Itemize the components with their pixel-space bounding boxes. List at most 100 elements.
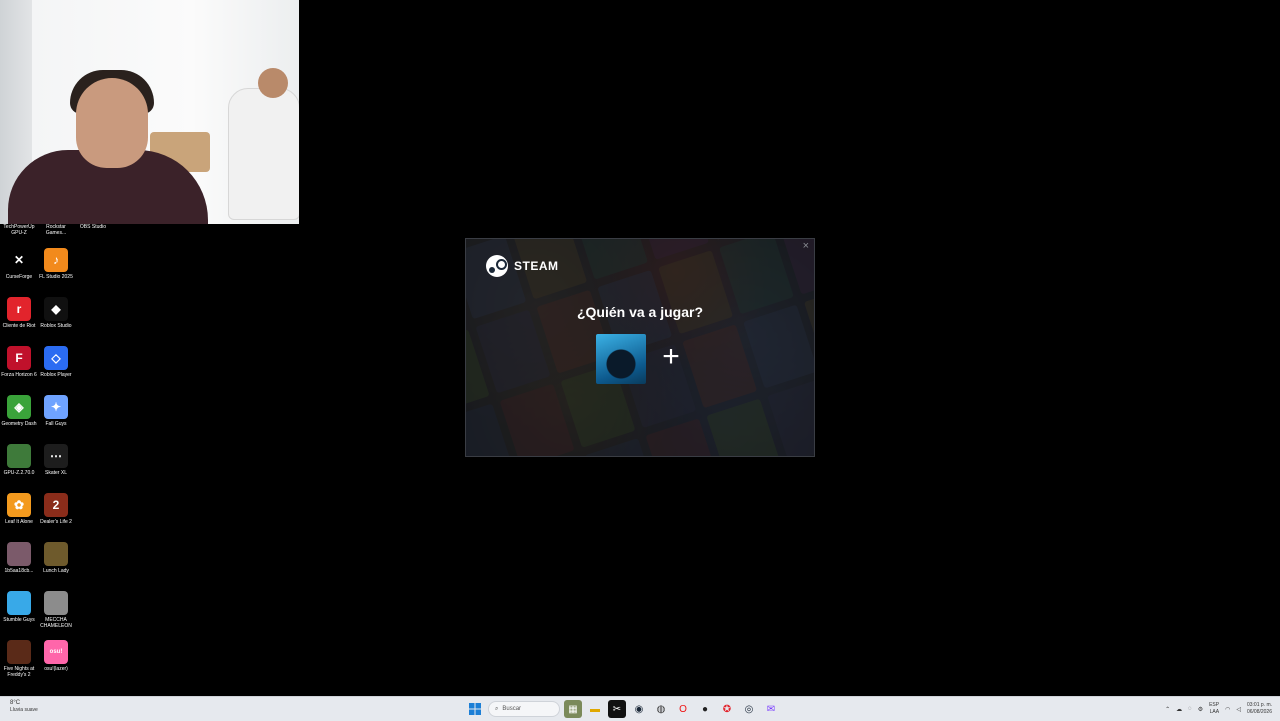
desktop-icon[interactable]: ✿ Leaf It Alone (0, 493, 38, 525)
app-icon: 2 (44, 493, 68, 517)
desktop-icon[interactable]: osu! osu!(lazer) (37, 640, 75, 672)
app-icon (7, 542, 31, 566)
desktop-icon[interactable]: Lunch Lady (37, 542, 75, 574)
desktop-icon[interactable]: MECCHA CHAMELEON (37, 591, 75, 629)
weather-temp: 8°C (10, 700, 38, 707)
clock[interactable]: 03:01 p. m. 06/08/2026 (1247, 702, 1272, 716)
desktop-icon-label: FL Studio 2025 (37, 274, 75, 280)
desktop-icon[interactable]: TechPowerUp GPU-Z (0, 224, 38, 236)
app-icon: ◆ (44, 297, 68, 321)
chrome-icon[interactable]: ◍ (652, 700, 670, 718)
desktop-icon[interactable]: Five Nights at Freddy's 2 (0, 640, 38, 678)
cloud-icon[interactable]: ☁ (1176, 706, 1182, 713)
desktop-icon-label: MECCHA CHAMELEON (37, 617, 75, 629)
desktop-icon[interactable]: OBS Studio (74, 224, 112, 230)
desktop-icon[interactable]: 2 Dealer's Life 2 (37, 493, 75, 525)
file-explorer-icon[interactable]: ▬ (586, 700, 604, 718)
app-icon (7, 591, 31, 615)
desktop-icon[interactable]: ⋯ Skater XL (37, 444, 75, 476)
desktop-icon[interactable]: ◇ Roblox Player (37, 346, 75, 378)
obs-icon[interactable]: ● (696, 700, 714, 718)
desktop-icon[interactable]: Stumble Guys (0, 591, 38, 623)
desktop-icon[interactable]: ◆ Roblox Studio (37, 297, 75, 329)
desktop-icon-label: Dealer's Life 2 (37, 519, 75, 525)
desktop-icon-label: 1b5aa18cb... (0, 568, 38, 574)
desktop-icon-label: Five Nights at Freddy's 2 (0, 666, 38, 678)
desktop-icon-label: Rockstar Games... (37, 224, 75, 236)
desktop-icon[interactable]: ◈ Geometry Dash (0, 395, 38, 427)
app-icon (7, 444, 31, 468)
riot-icon[interactable]: ✪ (718, 700, 736, 718)
desktop-icon[interactable]: GPU-Z.2.70.0 (0, 444, 38, 476)
app-icon: F (7, 346, 31, 370)
app-icon (44, 591, 68, 615)
messenger-icon[interactable]: ✉ (762, 700, 780, 718)
desktop-icon-label: Cliente de Riot (0, 323, 38, 329)
app-icon: ⋯ (44, 444, 68, 468)
app-icon (44, 542, 68, 566)
windows-icon (469, 703, 481, 715)
mic-icon[interactable]: ◌ (1188, 706, 1192, 712)
taskbar-center: ⌕ Buscar ▦ ▬ ✂ ◉ ◍ O ● ✪ ◎ ✉ (466, 700, 780, 718)
app-icon: ✕ (7, 248, 31, 272)
weather-widget[interactable]: 8°C Lluvia suave (10, 700, 38, 714)
add-account-button[interactable]: + (656, 342, 686, 372)
start-button[interactable] (466, 700, 484, 718)
app-icon: r (7, 297, 31, 321)
account-avatar[interactable] (596, 334, 646, 384)
search-icon: ⌕ (495, 706, 498, 713)
desktop-icon[interactable]: ✦ Fall Guys (37, 395, 75, 427)
system-tray: ⌃ ☁ ◌ ⚙ ESP LAA ◠ ◁ 03:01 p. m. 06/08/20… (1165, 700, 1272, 718)
app-icon: osu! (44, 640, 68, 664)
weather-desc: Lluvia suave (10, 707, 38, 714)
opera-icon[interactable]: O (674, 700, 692, 718)
wifi-icon[interactable]: ◠ (1225, 706, 1230, 713)
desktop-icon[interactable]: F Forza Horizon 6 (0, 346, 38, 378)
desktop-icon-label: OBS Studio (74, 224, 112, 230)
steam-taskbar-icon[interactable]: ◉ (630, 700, 648, 718)
desktop-icon[interactable]: ✕ CurseForge (0, 248, 38, 280)
steam-logo-icon (486, 255, 508, 277)
steam-logo: STEAM (486, 255, 559, 277)
desktop-icon-label: osu!(lazer) (37, 666, 75, 672)
desktop: TechPowerUp GPU-ZRockstar Games...OBS St… (0, 0, 1280, 696)
desktop-icon-label: Leaf It Alone (0, 519, 38, 525)
app-icon: ✦ (44, 395, 68, 419)
desktop-icon[interactable]: r Cliente de Riot (0, 297, 38, 329)
language-indicator[interactable]: ESP LAA (1209, 702, 1219, 716)
close-button[interactable]: × (803, 240, 809, 252)
taskbar: 8°C Lluvia suave ⌕ Buscar ▦ ▬ ✂ ◉ ◍ O ● … (0, 696, 1280, 721)
chevron-up-icon[interactable]: ⌃ (1165, 706, 1170, 713)
desktop-icon[interactable]: ♪ FL Studio 2025 (37, 248, 75, 280)
desktop-icon-label: TechPowerUp GPU-Z (0, 224, 38, 236)
capcut-icon[interactable]: ✂ (608, 700, 626, 718)
desktop-icon-label: Roblox Player (37, 372, 75, 378)
app-icon: ✿ (7, 493, 31, 517)
desktop-icon-label: Skater XL (37, 470, 75, 476)
app-icon: ◇ (44, 346, 68, 370)
desktop-icon-label: Roblox Studio (37, 323, 75, 329)
volume-icon[interactable]: ◁ (1236, 706, 1241, 713)
taskbar-search[interactable]: ⌕ Buscar (488, 701, 560, 717)
dialog-title: ¿Quién va a jugar? (466, 304, 814, 320)
task-view-icon[interactable]: ▦ (564, 700, 582, 718)
desktop-icon-label: Lunch Lady (37, 568, 75, 574)
desktop-icon-label: Stumble Guys (0, 617, 38, 623)
webcam-overlay (0, 0, 299, 224)
steam-running-icon[interactable]: ◎ (740, 700, 758, 718)
desktop-icon[interactable]: Rockstar Games... (37, 224, 75, 236)
app-icon (7, 640, 31, 664)
streamer-face (76, 78, 148, 168)
steam-account-picker: STEAM × ¿Quién va a jugar? + (465, 238, 815, 457)
desktop-icon-label: CurseForge (0, 274, 38, 280)
gear-icon[interactable]: ⚙ (1198, 706, 1203, 713)
desktop-icon-label: Fall Guys (37, 421, 75, 427)
app-icon: ♪ (44, 248, 68, 272)
search-placeholder: Buscar (502, 706, 521, 712)
desktop-icon-label: GPU-Z.2.70.0 (0, 470, 38, 476)
desktop-icon-label: Forza Horizon 6 (0, 372, 38, 378)
app-icon: ◈ (7, 395, 31, 419)
desktop-icon-label: Geometry Dash (0, 421, 38, 427)
steam-brand: STEAM (514, 259, 559, 273)
desktop-icon[interactable]: 1b5aa18cb... (0, 542, 38, 574)
